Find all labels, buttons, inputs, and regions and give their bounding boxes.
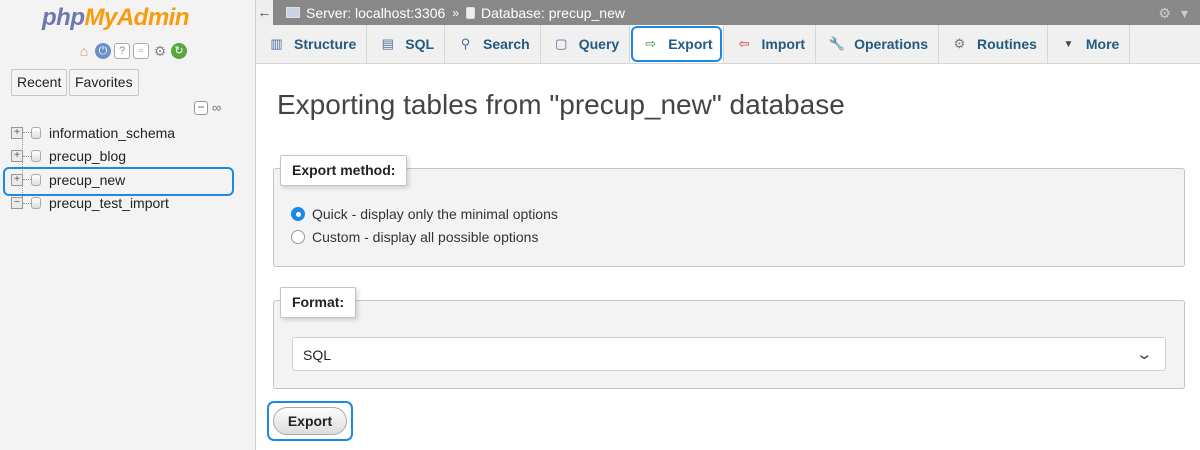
tab-more[interactable]: ▼ More [1048,25,1131,63]
tab-label: Export [668,36,713,52]
export-button[interactable]: Export [273,407,347,435]
database-icon [466,6,475,19]
export-button-highlight: Export [267,401,353,441]
back-arrow-icon[interactable]: ← [256,0,274,25]
navigation-sidebar: phpMyAdmin ⌂ ⏻ ? ▫ ⚙ ↻ Recent Favorites … [0,0,256,450]
quick-radio[interactable] [291,207,305,221]
export-icon: ⇨ [645,36,657,51]
tree-controls: − ∞ [194,101,221,115]
tab-label: Operations [854,36,928,52]
tab-label: Import [761,36,806,52]
tab-label: Routines [977,36,1037,52]
database-tabs: ▥ Structure ▤ SQL ⚲ Search ▢ Query ⇨ Exp… [256,25,1200,64]
sql-icon: ▤ [381,36,394,51]
custom-option-label[interactable]: Custom - display all possible options [312,229,538,245]
top-right-icons: ⚙ ▾ [1158,5,1188,22]
logout-icon[interactable]: ⏻ [95,43,111,59]
tab-label: Search [483,36,530,52]
format-select[interactable]: SQL ⌄ [292,337,1166,371]
tree-connector [23,202,31,204]
wrench-icon: 🔧 [828,36,845,51]
expand-icon[interactable]: + [11,150,23,163]
tab-search[interactable]: ⚲ Search [445,25,541,63]
page-title: Exporting tables from "precup_new" datab… [277,89,845,120]
breadcrumb-separator: » [452,5,459,20]
expand-icon[interactable]: + [11,126,23,139]
database-item[interactable]: − precup_test_import [8,192,175,216]
recent-button[interactable]: Recent [11,69,68,96]
tab-operations[interactable]: 🔧 Operations [816,25,939,63]
tab-import[interactable]: ⇦ Import [724,25,817,63]
format-legend: Format: [280,287,357,318]
query-icon: ▢ [555,36,568,51]
routines-icon: ⚙ [953,36,966,51]
breadcrumb-database[interactable]: Database: precup_new [481,5,625,21]
search-icon: ⚲ [460,36,471,51]
docs-icon[interactable]: ? [114,43,130,59]
database-icon [31,150,41,163]
tab-sql[interactable]: ▤ SQL [367,25,446,63]
database-icon [31,197,41,210]
quick-export-option[interactable]: Quick - display only the minimal options [291,206,558,222]
database-item[interactable]: + information_schema [8,121,175,145]
database-tree: + information_schema + precup_blog + pre… [2,121,235,216]
database-name[interactable]: precup_new [49,172,125,188]
tab-query[interactable]: ▢ Query [541,25,631,63]
database-item-selected[interactable]: + precup_new [2,167,235,196]
structure-icon: ▥ [270,36,283,51]
phpmyadmin-logo[interactable]: phpMyAdmin [42,4,189,32]
quick-option-label[interactable]: Quick - display only the minimal options [312,206,558,222]
format-selected-value: SQL [303,347,332,363]
copy-icon[interactable]: ▫ [133,43,149,59]
logo-part2: MyAdmin [84,4,189,31]
breadcrumb-server[interactable]: Server: localhost:3306 [306,5,445,21]
home-icon[interactable]: ⌂ [76,43,92,59]
export-method-fieldset: Export method: Quick - display only the … [273,155,1185,267]
tab-label: Structure [294,36,357,52]
tab-label: SQL [405,36,435,52]
export-method-legend: Export method: [280,155,408,186]
settings-icon[interactable]: ⚙ [152,43,168,59]
tree-connector [23,132,31,134]
database-name[interactable]: information_schema [49,125,175,141]
database-name[interactable]: precup_blog [49,148,126,164]
tab-routines[interactable]: ⚙ Routines [939,25,1048,63]
tree-connector [23,179,31,181]
database-item[interactable]: + precup_blog [8,145,175,169]
breadcrumb-bar: ← Server: localhost:3306 » Database: pre… [256,0,1200,25]
expand-icon[interactable]: + [11,173,23,186]
reload-icon[interactable]: ↻ [171,43,187,59]
link-with-main-icon[interactable]: ∞ [212,101,221,115]
format-fieldset: Format: SQL ⌄ [273,287,1185,389]
tab-label: Query [578,36,620,52]
collapse-all-icon[interactable]: − [194,101,208,115]
database-icon [31,173,41,186]
database-icon [31,126,41,139]
custom-export-option[interactable]: Custom - display all possible options [291,229,538,245]
chevron-down-icon: ▼ [1063,38,1074,50]
collapse-icon[interactable]: − [11,197,23,210]
import-icon: ⇦ [738,36,750,51]
logo-part1: php [42,4,85,31]
tab-export[interactable]: ⇨ Export [630,25,724,63]
quick-icons-bar: ⌂ ⏻ ? ▫ ⚙ ↻ [76,43,187,59]
tab-label: More [1085,36,1120,52]
collapse-top-icon[interactable]: ▾ [1181,5,1188,22]
favorites-button[interactable]: Favorites [69,69,139,96]
settings-icon[interactable]: ⚙ [1158,5,1171,22]
server-icon [286,7,300,18]
chevron-down-icon: ⌄ [1135,346,1154,363]
custom-radio[interactable] [291,230,305,244]
database-name[interactable]: precup_test_import [49,195,169,211]
tree-connector [23,155,31,157]
tab-structure[interactable]: ▥ Structure [256,25,368,63]
